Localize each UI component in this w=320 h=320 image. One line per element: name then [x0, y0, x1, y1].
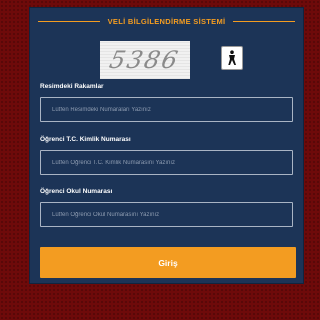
login-button[interactable]: Giriş — [40, 247, 296, 278]
captcha-audio-button[interactable] — [221, 46, 243, 70]
captcha-text: 5386 — [107, 46, 183, 74]
captcha-code-label: Resimdeki Rakamlar — [40, 83, 104, 90]
tc-id-label: Öğrenci T.C. Kimlik Numarası — [40, 136, 131, 143]
captcha-image: 5386 — [100, 41, 190, 79]
accessibility-icon — [228, 50, 236, 65]
login-panel: VELİ BİLGİLENDİRME SİSTEMİ 5386 Resimdek… — [30, 8, 303, 283]
tc-id-input[interactable] — [40, 150, 293, 175]
school-number-input[interactable] — [40, 202, 293, 227]
school-number-label: Öğrenci Okul Numarası — [40, 188, 113, 195]
title-divider-right — [233, 21, 295, 22]
captcha-code-input[interactable] — [40, 97, 293, 122]
